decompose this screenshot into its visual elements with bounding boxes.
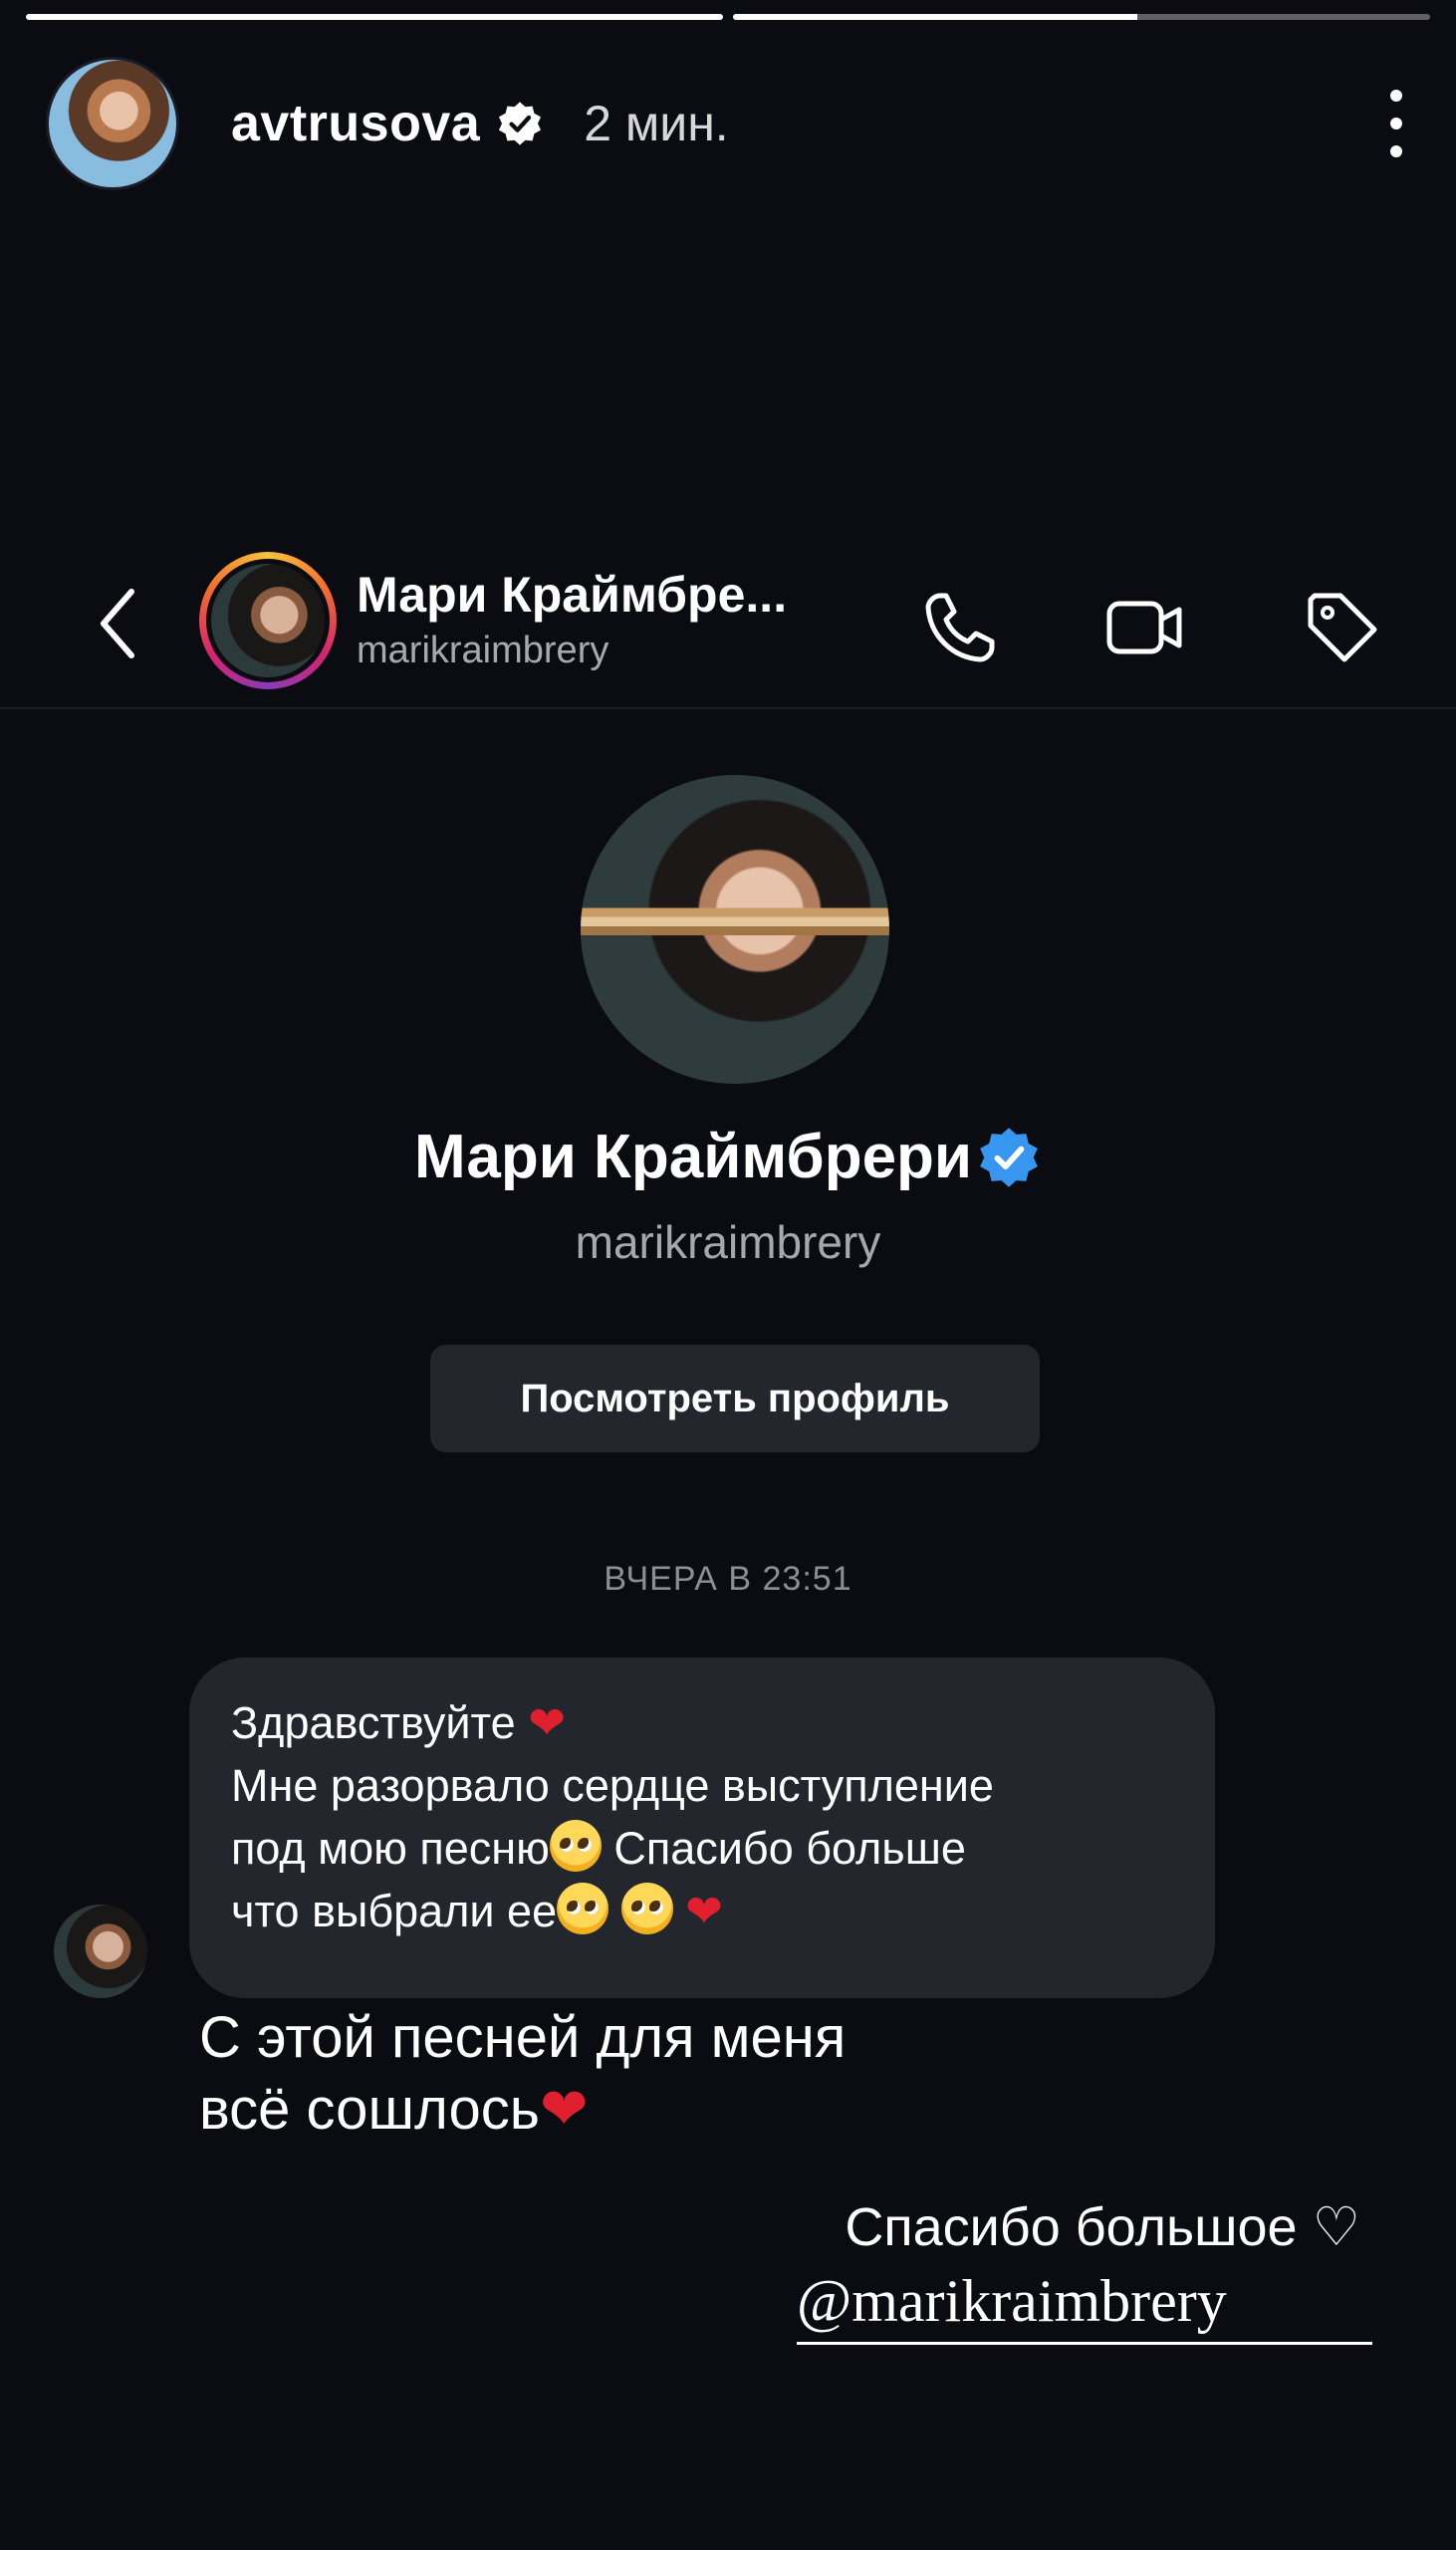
message-text: что выбрали ее: [231, 1886, 558, 1936]
story-caption: С этой песней для меня всё сошлось❤: [199, 2002, 846, 2146]
story-time: 2 мин.: [584, 96, 729, 151]
dm-contact-name[interactable]: Мари Краймбре...: [357, 566, 787, 624]
message-line: под мою песню Спасибо больше: [231, 1817, 1173, 1880]
verified-badge-icon: [980, 1127, 1038, 1187]
message-bubble[interactable]: Здравствуйте ❤ Мне разорвало сердце выст…: [189, 1658, 1215, 1998]
dm-avatar[interactable]: [199, 552, 337, 689]
message-line: что выбрали ее ❤: [231, 1880, 1173, 1942]
profile-photo[interactable]: [581, 775, 889, 1084]
message-text: Спасибо больше: [613, 1823, 966, 1874]
story-progress: [26, 14, 1430, 20]
mention-sticker[interactable]: @marikraimbrery: [797, 2267, 1372, 2345]
red-heart-icon: ❤: [528, 1697, 566, 1748]
pleading-face-icon: [620, 1883, 673, 1934]
verified-badge-icon: [499, 102, 542, 145]
sender-avatar[interactable]: [54, 1905, 147, 1998]
message-text: под мою песню: [231, 1823, 550, 1874]
progress-fill: [26, 14, 723, 20]
phone-icon[interactable]: [918, 586, 1002, 669]
story-caption-text: всё сошлось: [199, 2077, 540, 2142]
pleading-face-icon: [557, 1883, 609, 1934]
progress-fill: [733, 14, 1137, 20]
view-profile-button[interactable]: Посмотреть профиль: [430, 1345, 1040, 1452]
red-heart-icon: ❤: [685, 1886, 723, 1936]
message-timestamp: ВЧЕРА В 23:51: [604, 1560, 852, 1598]
white-heart-icon: ♡: [1312, 2197, 1360, 2257]
dm-contact-handle: marikraimbrery: [357, 630, 609, 671]
message-line: Мне разорвало сердце выступление: [231, 1754, 1173, 1817]
message-line: Здравствуйте ❤: [231, 1691, 1173, 1754]
red-heart-icon: ❤: [539, 2077, 589, 2142]
story-avatar[interactable]: [46, 57, 179, 190]
video-call-icon[interactable]: [1103, 586, 1187, 669]
story-caption-line-2: всё сошлось❤: [199, 2074, 846, 2146]
profile-name: Мари Краймбрери: [413, 1123, 973, 1191]
message-text: Здравствуйте: [231, 1697, 516, 1748]
story-caption-line: С этой песней для меня: [199, 2005, 847, 2070]
profile-handle: marikraimbrery: [575, 1216, 881, 1268]
story-header: avtrusova 2 мин.: [46, 57, 1416, 190]
pleading-face-icon: [549, 1820, 602, 1872]
profile-name-row: Мари Краймбрери: [0, 1122, 1456, 1192]
dm-header: Мари Краймбре... marikraimbrery: [0, 546, 1456, 709]
thanks-text: Спасибо большое: [845, 2197, 1298, 2257]
more-options-icon[interactable]: [1376, 84, 1416, 163]
progress-segment: [733, 14, 1430, 20]
thanks-caption: Спасибо большое ♡: [845, 2197, 1360, 2257]
progress-segment: [26, 14, 723, 20]
story-username[interactable]: avtrusova: [231, 94, 480, 153]
message-text: Мне разорвало сердце выступление: [231, 1760, 994, 1811]
tag-icon[interactable]: [1301, 586, 1384, 669]
back-icon[interactable]: [92, 584, 147, 663]
